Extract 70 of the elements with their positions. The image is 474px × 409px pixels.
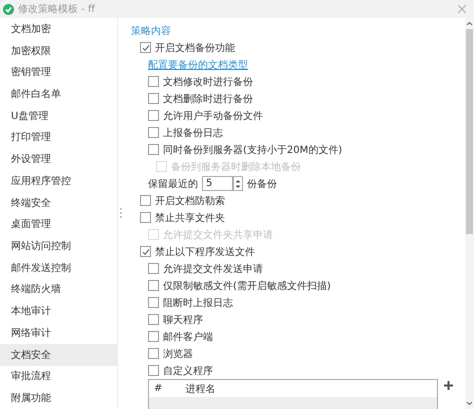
checkbox-label: 阻断时上报日志 xyxy=(163,296,233,310)
checkbox[interactable] xyxy=(148,297,159,308)
sidebar-item[interactable]: 邮件白名单 xyxy=(0,83,117,105)
checkbox[interactable] xyxy=(148,93,159,104)
checkbox-label: 备份到服务器时删除本地备份 xyxy=(171,160,301,174)
checkbox-label: 禁止以下程序发送文件 xyxy=(155,246,255,258)
spinner-label: 保留最近的 xyxy=(148,178,198,190)
section-title: 策略内容 xyxy=(131,24,172,39)
checkbox-label: 浏览器 xyxy=(163,348,193,360)
checkbox[interactable] xyxy=(148,280,159,291)
spin-down-icon[interactable] xyxy=(234,184,242,190)
sidebar-item[interactable]: 终端防火墙 xyxy=(0,278,117,300)
sidebar-item[interactable]: 本地审计 xyxy=(0,300,117,322)
scroll-up-icon[interactable] xyxy=(466,21,473,26)
add-icon[interactable] xyxy=(444,381,453,390)
checkbox-label: 禁止共享文件夹 xyxy=(155,212,225,224)
scroll-down-icon[interactable] xyxy=(466,401,473,406)
checkbox[interactable] xyxy=(140,42,151,53)
sidebar-item[interactable]: 密钥管理 xyxy=(0,61,117,84)
splitter-handle-icon[interactable] xyxy=(120,208,122,218)
checkbox[interactable] xyxy=(140,212,151,223)
sidebar-item[interactable]: 文档安全 xyxy=(0,344,117,366)
checkbox-label: 上报备份日志 xyxy=(163,126,223,140)
checkbox-label: 邮件客户端 xyxy=(163,330,213,344)
sidebar-item[interactable]: U盘管理 xyxy=(0,104,117,127)
checkbox[interactable] xyxy=(148,144,159,155)
sidebar-item[interactable]: 审批流程 xyxy=(0,366,117,388)
window-title: 修改策略模板 - ff xyxy=(18,2,95,16)
checkbox-label: 文档修改时进行备份 xyxy=(163,76,253,88)
checkbox-label: 允许提交文件发送申请 xyxy=(163,262,263,276)
checkbox-label: 仅限制敏感文件(需开启敏感文件扫描) xyxy=(163,280,331,292)
sidebar-item[interactable]: 邮件发送控制 xyxy=(0,256,117,279)
checkbox[interactable] xyxy=(148,127,159,138)
checkbox[interactable] xyxy=(148,263,159,274)
checkbox[interactable] xyxy=(148,110,159,121)
sidebar-item[interactable]: 网站访问控制 xyxy=(0,235,117,257)
checkbox-label: 允许用户手动备份文件 xyxy=(163,110,263,122)
sidebar-item[interactable]: 桌面管理 xyxy=(0,213,117,236)
link[interactable]: 配置要备份的文档类型 xyxy=(148,58,248,72)
checkbox-label: 允许提交文件夹共享申请 xyxy=(163,228,273,242)
checkbox[interactable] xyxy=(140,246,151,257)
checkbox[interactable] xyxy=(148,314,159,325)
checkbox-label: 自定义程序 xyxy=(163,364,213,378)
column-header: 进程名 xyxy=(184,382,216,396)
spin-up-icon[interactable] xyxy=(234,178,242,184)
sidebar-item[interactable]: 文档加密 xyxy=(0,18,117,40)
checkbox[interactable] xyxy=(148,348,159,359)
checkbox[interactable] xyxy=(148,365,159,376)
sidebar-item[interactable]: 附属功能 xyxy=(0,387,117,409)
number-field[interactable]: 5 xyxy=(202,176,233,191)
checkbox[interactable] xyxy=(148,76,159,87)
checkbox-label: 开启文档备份功能 xyxy=(155,42,235,54)
checkbox[interactable] xyxy=(140,195,151,206)
sidebar-item[interactable]: 应用程序管控 xyxy=(0,170,117,192)
checkbox-label: 文档删除时进行备份 xyxy=(163,92,253,106)
checkbox-label: 聊天程序 xyxy=(163,314,203,326)
sidebar-item[interactable]: 终端安全 xyxy=(0,192,117,214)
close-icon[interactable] xyxy=(458,5,466,13)
checkbox[interactable] xyxy=(148,331,159,342)
spinner-unit: 份备份 xyxy=(247,178,277,190)
scrollbar-thumb[interactable] xyxy=(466,29,473,234)
app-logo-icon xyxy=(3,4,14,14)
column-header: # xyxy=(153,383,162,394)
checkbox-label: 开启文档防勒索 xyxy=(155,194,225,208)
sidebar-item[interactable]: 外设管理 xyxy=(0,148,117,170)
sidebar-item[interactable]: 网络审计 xyxy=(0,322,117,344)
sidebar-item[interactable]: 打印管理 xyxy=(0,126,117,148)
checkbox-label: 同时备份到服务器(支持小于20M的文件) xyxy=(163,144,342,156)
sidebar-item[interactable]: 加密权限 xyxy=(0,40,117,62)
scrollbar[interactable] xyxy=(465,18,474,409)
